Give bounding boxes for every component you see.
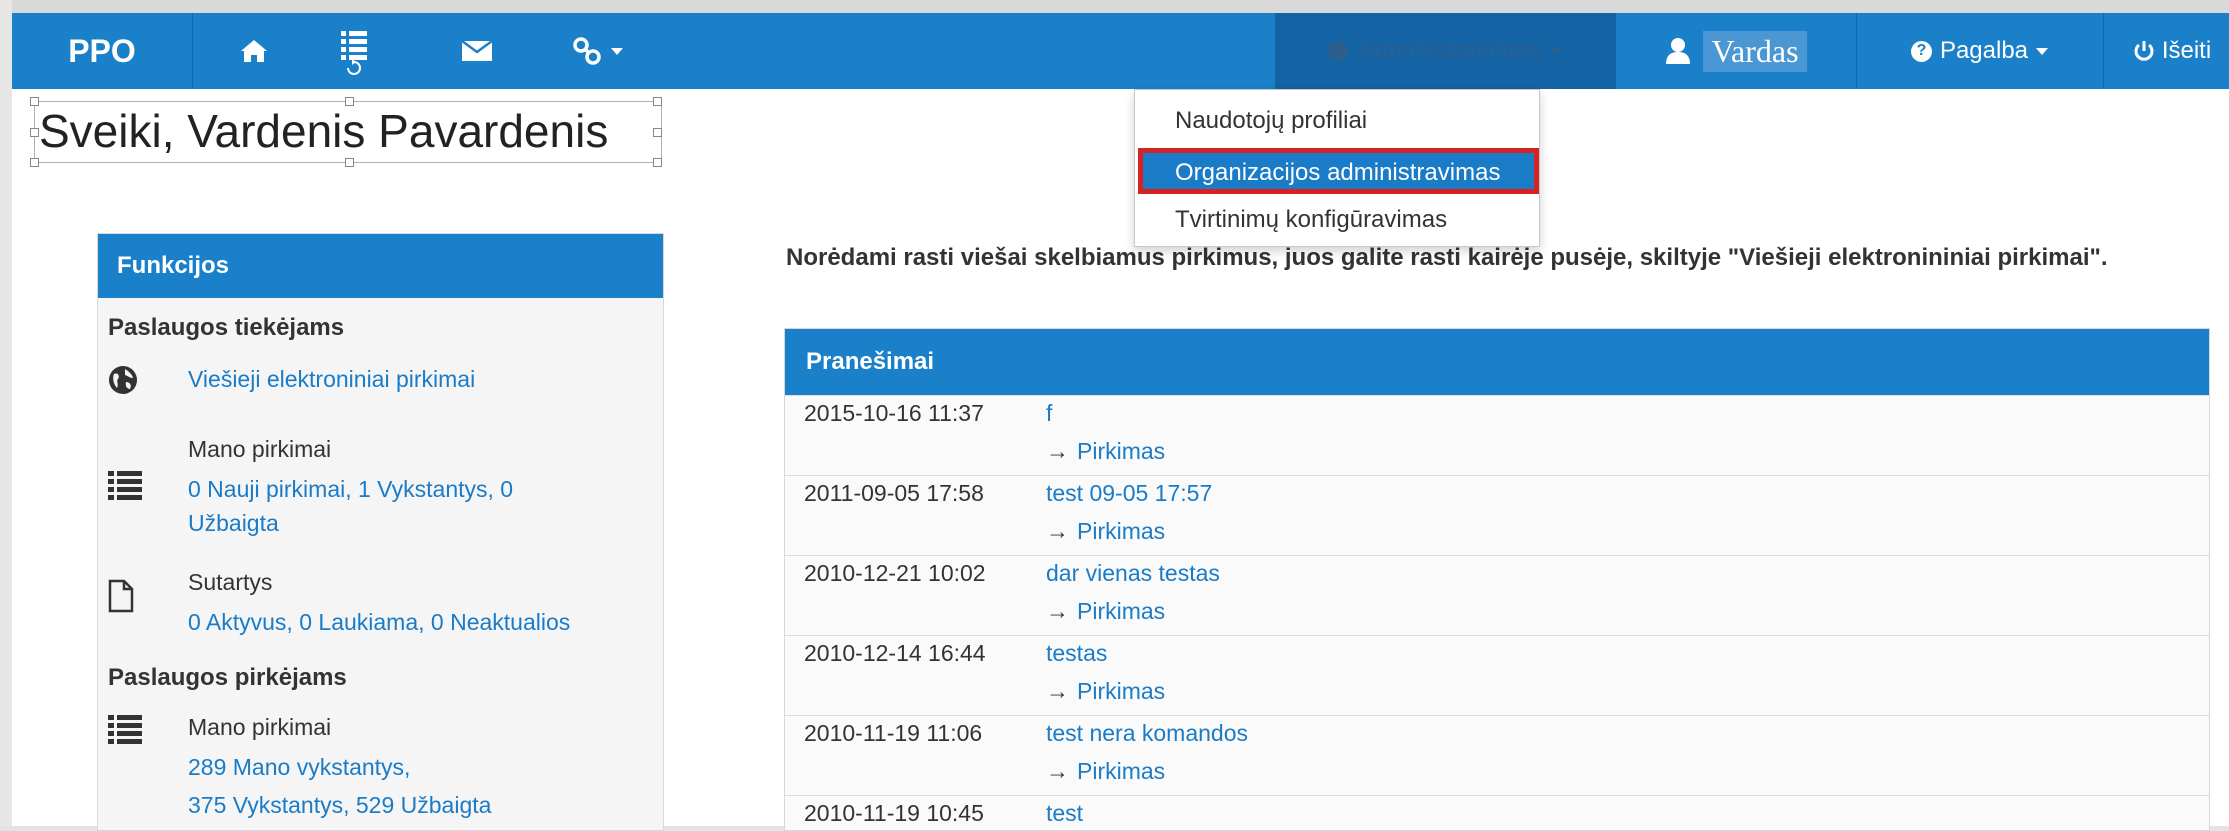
notification-title-link[interactable]: f [1046, 400, 1052, 427]
notification-row: 2011-09-05 17:58 test 09-05 17:57 → Pirki… [785, 475, 2209, 555]
help-label: Pagalba [1939, 37, 2029, 64]
public-purchases-link[interactable]: Viešieji elektroniniai pirkimai [188, 366, 475, 393]
arrow-right-icon: → [1046, 758, 1069, 784]
notification-title-link[interactable]: test 09-05 17:57 [1046, 480, 1212, 507]
notification-title-link[interactable]: test nera komandos [1046, 720, 1248, 747]
menu-item-approval-config[interactable]: Tvirtinimų konfigūravimas [1175, 206, 1447, 234]
chevron-down-icon [1549, 47, 1562, 55]
menu-item-organization-admin-label: Organizacijos administravimas [1175, 159, 1501, 186]
purchase-link-label: Pirkimas [1077, 598, 1166, 624]
purchase-link[interactable]: → Pirkimas [1046, 518, 1165, 545]
help-menu-toggle[interactable]: ? Pagalba [1857, 13, 2102, 89]
menu-item-user-profiles[interactable]: Naudotojų profiliai [1175, 107, 1367, 135]
purchase-link-label: Pirkimas [1077, 758, 1166, 784]
greeting-text: Sveiki, Vardenis Pavardenis [39, 105, 609, 157]
functions-panel: Funkcijos Paslaugos tiekėjams Viešieji e… [97, 233, 664, 831]
admin-menu-toggle[interactable]: Administravimas [1275, 13, 1615, 89]
notification-date: 2015-10-16 11:37 [804, 400, 984, 426]
notification-row: 2010-11-19 11:06 test nera komandos → Pir… [785, 715, 2209, 795]
notification-row: 2015-10-16 11:37 f → Pirkimas [785, 395, 2209, 475]
purchase-link-label: Pirkimas [1077, 678, 1166, 704]
my-purchases-label: Mano pirkimai [188, 436, 332, 462]
notification-title-link[interactable]: testas [1046, 640, 1107, 667]
notification-title-link[interactable]: test [1046, 800, 1083, 827]
notification-date: 2010-12-21 10:02 [804, 560, 986, 586]
notification-row: 2010-12-21 10:02 dar vienas testas → Pirk… [785, 555, 2209, 635]
buyer-ongoing-link[interactable]: 289 Mano vykstantys, [188, 754, 410, 781]
power-icon [2134, 41, 2154, 61]
greeting-heading: Sveiki, Vardenis Pavardenis [30, 97, 662, 167]
notification-row: 2010-12-14 16:44 testas → Pirkimas [785, 635, 2209, 715]
brand-link[interactable]: PPO [12, 13, 192, 89]
resize-handle[interactable] [30, 128, 39, 137]
gear-icon [1328, 41, 1349, 61]
contracts-label: Sutartys [188, 569, 273, 595]
purchase-link-label: Pirkimas [1077, 438, 1166, 464]
chevron-down-icon [611, 47, 623, 55]
link-icon[interactable] [552, 13, 642, 89]
arrow-right-icon: → [1046, 678, 1069, 704]
window-left-edge [0, 0, 12, 831]
notification-title-link[interactable]: dar vienas testas [1046, 560, 1220, 587]
admin-dropdown-menu: Naudotojų profiliai Organizacijos admini… [1134, 89, 1540, 247]
menu-item-organization-admin[interactable]: Organizacijos administravimas [1138, 148, 1539, 194]
purchase-link[interactable]: → Pirkimas [1046, 678, 1165, 705]
user-icon [1666, 38, 1691, 64]
purchase-link-label: Pirkimas [1077, 518, 1166, 544]
resize-handle[interactable] [30, 97, 39, 106]
notifications-panel: Pranešimai 2015-10-16 11:37 f → Pirkimas … [784, 328, 2210, 831]
my-purchases-counts-link[interactable]: 0 Nauji pirkimai, 1 Vykstantys, 0 [188, 476, 513, 503]
arrow-right-icon: → [1046, 518, 1069, 544]
top-navbar: PPO Administravimas Vardas ? Pagalba Iše… [12, 13, 2229, 89]
globe-icon [109, 366, 137, 394]
logout-label: Išeiti [2161, 37, 2212, 64]
resize-handle[interactable] [345, 97, 354, 106]
purchase-link[interactable]: → Pirkimas [1046, 598, 1165, 625]
mail-icon[interactable] [447, 13, 507, 89]
resize-handle[interactable] [345, 158, 354, 167]
user-menu[interactable]: Vardas [1616, 13, 1856, 89]
user-name: Vardas [1703, 30, 1807, 72]
notification-row: 2010-11-19 10:45 test [785, 795, 2209, 831]
question-circle-icon: ? [1910, 40, 1932, 62]
notification-date: 2010-11-19 11:06 [804, 720, 983, 746]
file-icon [108, 579, 134, 613]
notification-date: 2010-11-19 10:45 [804, 800, 984, 826]
purchase-link[interactable]: → Pirkimas [1046, 758, 1165, 785]
arrow-right-icon: → [1046, 438, 1069, 464]
list-icon[interactable] [324, 13, 384, 89]
suppliers-section-title: Paslaugos tiekėjams [108, 314, 345, 341]
resize-handle[interactable] [653, 158, 662, 167]
my-purchases-completed-link[interactable]: Užbaigta [188, 510, 279, 537]
home-icon[interactable] [224, 13, 284, 89]
arrow-right-icon: → [1046, 598, 1069, 624]
buyer-purchases-label: Mano pirkimai [188, 714, 332, 740]
notification-date: 2011-09-05 17:58 [804, 480, 984, 506]
notifications-title: Pranešimai [785, 329, 2209, 395]
functions-panel-title: Funkcijos [98, 234, 663, 298]
resize-handle[interactable] [30, 158, 39, 167]
window-top-edge [0, 0, 2229, 13]
notification-date: 2010-12-14 16:44 [804, 640, 986, 666]
admin-menu-label: Administravimas [1358, 37, 1542, 64]
logout-button[interactable]: Išeiti [2104, 13, 2229, 89]
resize-handle[interactable] [653, 97, 662, 106]
contracts-counts-link[interactable]: 0 Aktyvus, 0 Laukiama, 0 Neaktualios [188, 609, 570, 636]
chevron-down-icon [2036, 47, 2049, 55]
buyer-counts-link[interactable]: 375 Vykstantys, 529 Užbaigta [188, 792, 491, 819]
nav-divider [192, 13, 193, 89]
list-icon [108, 471, 142, 500]
purchase-link[interactable]: → Pirkimas [1046, 438, 1165, 465]
buyers-section-title: Paslaugos pirkėjams [108, 664, 347, 691]
resize-handle[interactable] [653, 128, 662, 137]
list-icon [108, 715, 142, 744]
